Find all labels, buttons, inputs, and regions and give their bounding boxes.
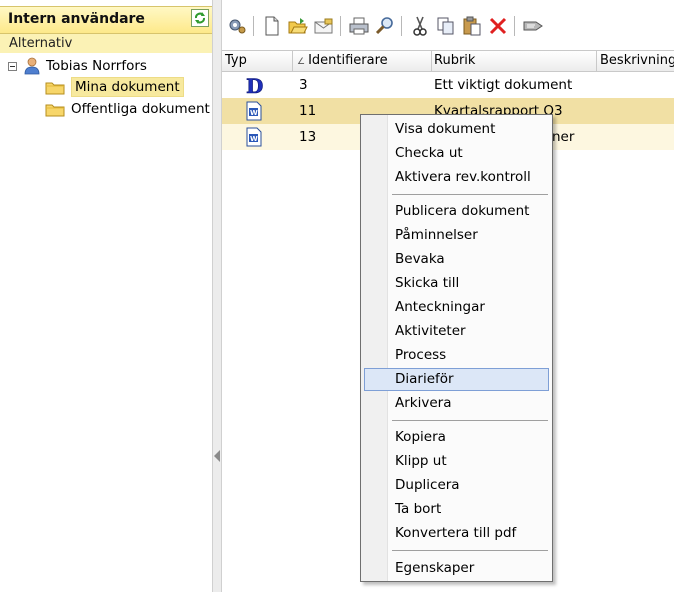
menu-item-bevaka[interactable]: Bevaka xyxy=(364,248,549,271)
toolbar-separator xyxy=(514,16,515,36)
delete-button[interactable] xyxy=(487,15,509,37)
column-header-description[interactable]: Beskrivning xyxy=(597,51,674,71)
options-label: Alternativ xyxy=(9,36,73,51)
menu-separator xyxy=(392,420,548,421)
menu-item-kopiera[interactable]: Kopiera xyxy=(364,426,549,449)
cut-button[interactable] xyxy=(409,15,431,37)
panel-splitter[interactable] xyxy=(212,0,222,592)
svg-text:W: W xyxy=(250,109,258,117)
tree-node-mina-dokument[interactable]: Mina dokument xyxy=(45,77,184,97)
word-document-icon: W xyxy=(244,101,266,121)
menu-item-anteckningar[interactable]: Anteckningar xyxy=(364,296,549,319)
menu-item-visa-dokument[interactable]: Visa dokument xyxy=(364,118,549,141)
export-icon xyxy=(523,21,543,31)
navigation-panel: Intern användare Alternativ Tobias Norrf… xyxy=(0,0,213,592)
search-icon xyxy=(375,17,393,35)
row-title: Ett viktigt dokument xyxy=(434,77,573,93)
folder-icon xyxy=(45,82,65,94)
settings-button[interactable] xyxy=(226,15,248,37)
row-identifier: 13 xyxy=(299,129,317,145)
context-menu: Visa dokument Checka ut Aktivera rev.kon… xyxy=(360,114,553,582)
menu-item-skicka-till[interactable]: Skicka till xyxy=(364,272,549,295)
menu-item-duplicera[interactable]: Duplicera xyxy=(364,474,549,497)
cut-icon xyxy=(413,16,427,36)
menu-item-klipp-ut[interactable]: Klipp ut xyxy=(364,450,549,473)
menu-item-ta-bort[interactable]: Ta bort xyxy=(364,498,549,521)
row-title: ner xyxy=(552,129,575,145)
collapse-icon[interactable] xyxy=(8,61,17,71)
open-button[interactable] xyxy=(287,15,309,37)
row-identifier: 11 xyxy=(299,103,317,119)
d-document-icon: D xyxy=(244,74,266,99)
menu-item-arkivera[interactable]: Arkivera xyxy=(364,392,549,415)
export-button[interactable] xyxy=(522,15,544,37)
menu-item-egenskaper[interactable]: Egenskaper xyxy=(364,557,549,580)
tree-node-offentliga-dokument[interactable]: Offentliga dokument xyxy=(45,99,210,119)
new-document-icon xyxy=(265,16,279,36)
email-icon xyxy=(314,18,333,34)
menu-item-paminnelser[interactable]: Påminnelser xyxy=(364,224,549,247)
folder-icon xyxy=(45,104,65,116)
menu-item-diariefor[interactable]: Diarieför xyxy=(364,368,549,391)
copy-icon xyxy=(437,17,454,35)
panel-header: Intern användare xyxy=(0,6,212,34)
tree-node-offentliga-dokument-label: Offentliga dokument xyxy=(71,101,210,117)
toolbar xyxy=(222,9,674,43)
menu-item-konvertera-till-pdf[interactable]: Konvertera till pdf xyxy=(364,522,549,545)
tree-node-user-label: Tobias Norrfors xyxy=(46,58,147,74)
menu-separator xyxy=(392,550,548,551)
email-button[interactable] xyxy=(313,15,335,37)
options-row[interactable]: Alternativ xyxy=(0,34,212,53)
column-header-type[interactable]: Typ xyxy=(222,51,293,71)
row-identifier: 3 xyxy=(299,77,308,93)
menu-separator xyxy=(392,194,548,195)
search-button[interactable] xyxy=(374,15,396,37)
user-icon xyxy=(24,57,40,75)
toolbar-separator xyxy=(401,16,402,36)
document-list-header: Typ ∠ Identifierare Rubrik Beskrivning xyxy=(222,50,674,72)
refresh-icon xyxy=(195,12,205,24)
menu-item-checka-ut[interactable]: Checka ut xyxy=(364,142,549,165)
toolbar-separator xyxy=(340,16,341,36)
menu-item-publicera-dokument[interactable]: Publicera dokument xyxy=(364,200,549,223)
paste-icon xyxy=(463,16,481,36)
open-folder-icon xyxy=(288,18,308,34)
settings-icon xyxy=(229,19,246,34)
svg-text:D: D xyxy=(246,75,263,95)
tree-node-user[interactable]: Tobias Norrfors xyxy=(8,56,147,76)
new-document-button[interactable] xyxy=(261,15,283,37)
print-button[interactable] xyxy=(348,15,370,37)
column-header-identifier-label: Identifierare xyxy=(308,53,388,68)
refresh-button[interactable] xyxy=(191,9,209,27)
tree-node-mina-dokument-label: Mina dokument xyxy=(71,77,184,97)
table-row[interactable]: D 3 Ett viktigt dokument xyxy=(222,72,674,99)
paste-button[interactable] xyxy=(461,15,483,37)
svg-text:W: W xyxy=(250,135,258,143)
menu-item-aktiviteter[interactable]: Aktiviteter xyxy=(364,320,549,343)
menu-item-process[interactable]: Process xyxy=(364,344,549,367)
sort-indicator-icon: ∠ xyxy=(297,57,306,67)
collapse-arrow-icon[interactable] xyxy=(214,450,220,462)
column-header-identifier[interactable]: ∠ Identifierare xyxy=(293,51,432,71)
word-document-icon: W xyxy=(244,127,266,147)
column-header-title[interactable]: Rubrik xyxy=(432,51,597,71)
delete-icon xyxy=(489,17,507,35)
toolbar-separator xyxy=(253,16,254,36)
print-icon xyxy=(349,17,369,35)
panel-title: Intern användare xyxy=(8,11,145,27)
copy-button[interactable] xyxy=(435,15,457,37)
menu-item-aktivera-rev-kontroll[interactable]: Aktivera rev.kontroll xyxy=(364,166,549,189)
